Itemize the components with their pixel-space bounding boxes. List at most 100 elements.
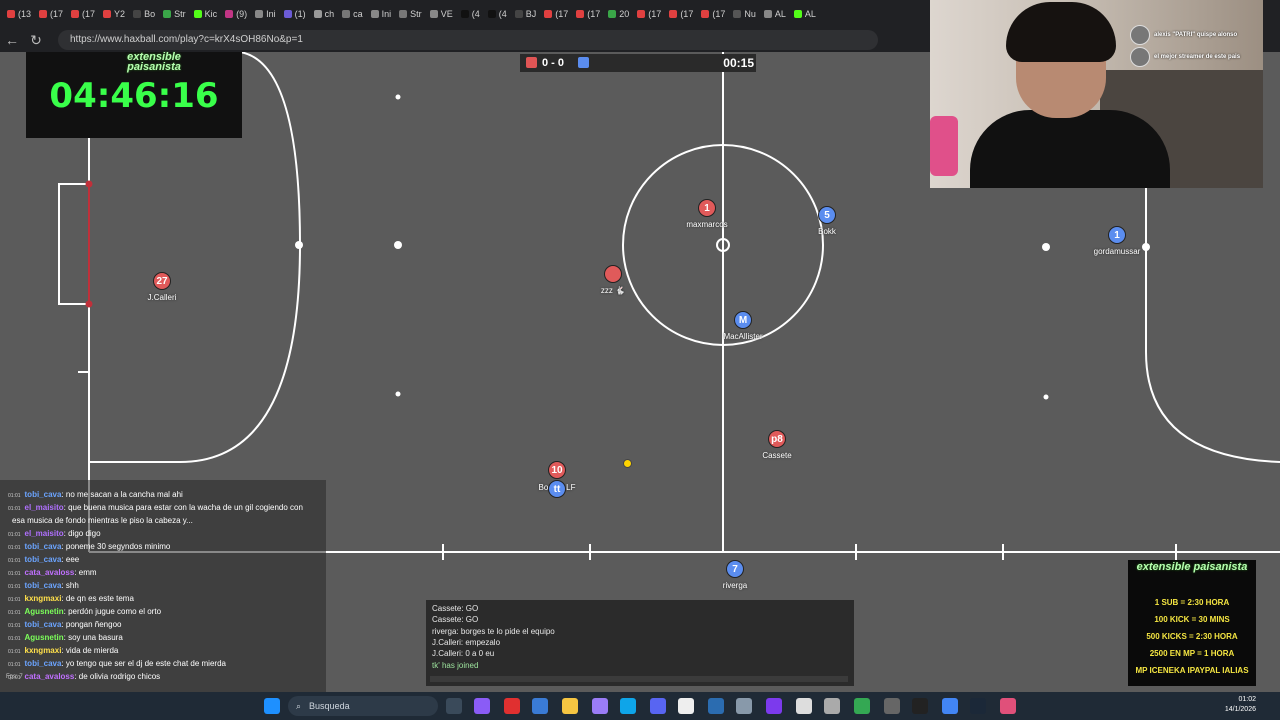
app-icon-2[interactable] xyxy=(884,698,900,714)
chat-username: tobi_cava xyxy=(24,555,62,564)
search-icon: ⌕ xyxy=(296,701,302,711)
browser-tab[interactable]: BJ xyxy=(512,3,540,25)
browser-tab[interactable]: Kic xyxy=(191,3,221,25)
tab-favicon-icon xyxy=(71,10,80,18)
copilot-icon[interactable] xyxy=(474,698,490,714)
browser-tab[interactable]: Ini xyxy=(368,3,395,25)
chat-message: 01:01 el_maisito: que buena musica para e… xyxy=(8,503,303,512)
chat-text: : digo digo xyxy=(63,529,101,538)
pen-icon[interactable] xyxy=(592,698,608,714)
alert-text: alexis "PATRI" quispe alonso xyxy=(1154,32,1238,38)
player-disc: 1 xyxy=(1108,226,1126,244)
browser-tab[interactable]: Str xyxy=(396,3,425,25)
chat-text: esa musica de fondo mientras le piso la … xyxy=(12,516,193,525)
browser-tab[interactable]: (17 xyxy=(68,3,98,25)
tab-label: (17 xyxy=(50,9,64,19)
taskbar-search[interactable]: ⌕ Busqueda xyxy=(288,696,438,716)
tab-favicon-icon xyxy=(342,10,351,18)
tab-label: Str xyxy=(410,9,422,19)
chat-text: : perdón jugue como el orto xyxy=(63,607,162,616)
chrome-icon[interactable] xyxy=(854,698,870,714)
chat-text: : no me sacan a la cancha mal ahi xyxy=(61,490,183,499)
tab-label: AL xyxy=(804,9,816,19)
app-icon-3[interactable] xyxy=(1000,698,1016,714)
goals-logo: extensible paisanista xyxy=(1136,561,1248,573)
folder-icon[interactable] xyxy=(562,698,578,714)
discord-icon[interactable] xyxy=(650,698,666,714)
chat-message: 01:01 Agusnetin: perdón jugue como el ort… xyxy=(8,607,161,616)
chrome-icon-2[interactable] xyxy=(942,698,958,714)
back-icon[interactable]: ← xyxy=(0,32,24,48)
browser-tab[interactable]: Nu xyxy=(730,3,759,25)
browser-tab[interactable]: ch xyxy=(311,3,338,25)
tab-label: (17 xyxy=(712,9,726,19)
browser-tab[interactable]: (17 xyxy=(698,3,728,25)
browser-tab[interactable]: (17 xyxy=(634,3,664,25)
tab-label: (4 xyxy=(471,9,480,19)
browser-tab[interactable]: (1) xyxy=(281,3,309,25)
browser-tab[interactable]: (9) xyxy=(222,3,250,25)
windows-start-icon[interactable] xyxy=(264,698,280,714)
chat-text: : que buena musica para estar con la wac… xyxy=(63,503,303,512)
chat-timestamp: 01:01 xyxy=(8,649,21,655)
tab-favicon-icon xyxy=(487,10,496,18)
chat-username: tobi_cava xyxy=(24,659,62,668)
address-bar[interactable]: https://www.haxball.com/play?c=krX4sOH86… xyxy=(58,30,878,50)
app-icon[interactable] xyxy=(766,698,782,714)
edge-icon[interactable] xyxy=(620,698,636,714)
browser-tab[interactable]: VE xyxy=(427,3,456,25)
browser-tab[interactable]: (17 xyxy=(36,3,66,25)
goal-line: 500 KICKS = 2:30 HORA xyxy=(1146,632,1238,641)
browser-tab[interactable]: AL xyxy=(761,3,789,25)
browser-tab[interactable]: Bo xyxy=(130,3,158,25)
reload-icon[interactable]: ↻ xyxy=(24,32,48,49)
obs-icon[interactable] xyxy=(796,698,812,714)
tab-label: BJ xyxy=(525,9,537,19)
tab-label: ch xyxy=(324,9,335,19)
opera-icon[interactable] xyxy=(504,698,520,714)
player-name: riverga xyxy=(722,581,748,590)
chat-timestamp: 01:01 xyxy=(8,506,21,512)
chat-username: cata_avaloss xyxy=(24,568,75,577)
browser-tab[interactable]: ca xyxy=(339,3,366,25)
chat-username: tobi_cava xyxy=(24,490,62,499)
task-view-icon[interactable] xyxy=(446,698,462,714)
browser-tab[interactable]: (17 xyxy=(573,3,603,25)
tab-label: ca xyxy=(353,9,363,19)
browser-tab[interactable]: AL xyxy=(791,3,819,25)
tab-label: AL xyxy=(774,9,786,19)
browser-tab[interactable]: (17 xyxy=(541,3,571,25)
timer-logo: extensible paisanista xyxy=(127,51,181,73)
browser-tab[interactable]: (17 xyxy=(666,3,696,25)
browser-tab[interactable]: Y2 xyxy=(100,3,128,25)
chat-text: : pongan ñengoo xyxy=(61,620,122,629)
blue-team-indicator xyxy=(578,57,589,68)
alert-item: alexis "PATRI" quispe alonso xyxy=(1130,24,1280,46)
match-time: 00:15 xyxy=(723,56,754,70)
browser-tab[interactable]: (4 xyxy=(458,3,483,25)
tab-favicon-icon xyxy=(733,10,742,18)
chat-text: : soy una basura xyxy=(63,633,123,642)
tab-label: (17 xyxy=(587,9,601,19)
game-chat-input[interactable] xyxy=(430,676,848,682)
capcut-icon[interactable] xyxy=(678,698,694,714)
chat-message: 01:01 kxngmaxi: de qn es este tema xyxy=(8,594,134,603)
browser-tab[interactable]: (4 xyxy=(485,3,510,25)
chat-message: 01:01 tobi_cava: shh xyxy=(8,581,79,590)
steam-icon[interactable] xyxy=(970,698,986,714)
browser-tab[interactable]: 20 xyxy=(605,3,632,25)
browser-tab[interactable]: (13 xyxy=(4,3,34,25)
terminal-icon[interactable] xyxy=(912,698,928,714)
tab-favicon-icon xyxy=(370,10,379,18)
browser-tab[interactable]: Ini xyxy=(252,3,279,25)
search-label: Busqueda xyxy=(309,701,350,711)
ccleaner-icon[interactable] xyxy=(736,698,752,714)
store-icon[interactable] xyxy=(532,698,548,714)
browser-tab[interactable]: Str xyxy=(160,3,189,25)
vscode-icon[interactable] xyxy=(708,698,724,714)
tab-favicon-icon xyxy=(460,10,469,18)
timer-value: 04:46:16 xyxy=(49,76,219,116)
settings-icon[interactable] xyxy=(824,698,840,714)
tab-favicon-icon xyxy=(313,10,322,18)
tab-label: (17 xyxy=(648,9,662,19)
